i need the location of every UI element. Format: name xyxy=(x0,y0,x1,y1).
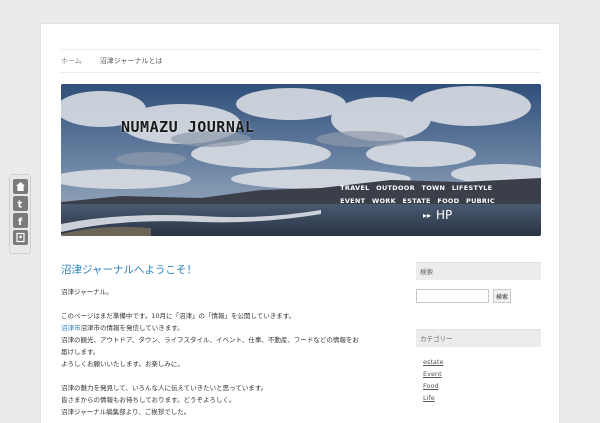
banner-hp-label: HP xyxy=(436,208,453,222)
banner-photo xyxy=(61,84,541,236)
banner-cat-lifestyle[interactable]: LIFESTYLE xyxy=(452,184,493,192)
svg-text:f: f xyxy=(18,217,23,226)
entry-line: 沼津市沼津市の情報を発信していきます。 xyxy=(61,322,361,334)
main-nav: ホーム 沼津ジャーナルとは xyxy=(61,49,541,73)
entry-inline-link[interactable]: 沼津市 xyxy=(61,324,81,332)
banner-cat-event[interactable]: EVENT xyxy=(340,197,365,205)
banner-cat-work[interactable]: WORK xyxy=(372,197,396,205)
category-list: estate Event Food Life xyxy=(423,356,443,404)
banner-cat-estate[interactable]: ESTATE xyxy=(402,197,430,205)
entry-line: 沼津ジャーナル編集部より、ご挨拶でした。 xyxy=(61,408,191,416)
banner-title: NUMAZU JOURNAL xyxy=(121,118,255,136)
entry-title[interactable]: 沼津ジャーナルへようこそ！ xyxy=(61,262,197,277)
banner-cat-pubric[interactable]: PUBRIC xyxy=(466,197,495,205)
home-icon[interactable] xyxy=(12,179,28,194)
entry-line: 沼津の観光、アウトドア、タウン、ライフスタイル、イベント、仕事、不動産、フードな… xyxy=(61,336,359,356)
facebook-icon[interactable]: f xyxy=(12,213,28,228)
entry-line: このページはまだ準備中です。10月に「沼津」の「情報」を公開していきます。 xyxy=(61,312,296,320)
category-item-estate[interactable]: estate xyxy=(423,356,443,368)
entry-line: 沼津ジャーナル。 xyxy=(61,288,113,296)
search-input[interactable] xyxy=(416,289,489,303)
banner-categories: TRAVEL OUTDOOR TOWN LIFESTYLE EVENT WORK… xyxy=(340,182,499,208)
category-item-event[interactable]: Event xyxy=(423,368,443,380)
entry-line: 皆さまからの情報もお待ちしております。どうぞよろしく。 xyxy=(61,396,236,404)
page-container: ホーム 沼津ジャーナルとは NUMAZU JOURNAL TRAVEL OUTD… xyxy=(40,23,560,423)
search-widget-title: 検索 xyxy=(416,262,541,280)
entry-line: 沼津の魅力を発見して、いろんな人に伝えていきたいと思っています。 xyxy=(61,384,268,392)
nav-about[interactable]: 沼津ジャーナルとは xyxy=(100,56,163,66)
double-chevron-right-icon: ▸▸ xyxy=(423,210,432,220)
entry-content: 沼津ジャーナル。 このページはまだ準備中です。10月に「沼津」の「情報」を公開し… xyxy=(61,286,361,418)
twitter-icon[interactable]: t xyxy=(12,196,28,211)
category-widget-title: カテゴリー xyxy=(416,329,541,347)
banner-cat-travel[interactable]: TRAVEL xyxy=(340,184,369,192)
banner-category-row-1: TRAVEL OUTDOOR TOWN LIFESTYLE xyxy=(340,182,499,195)
banner-cat-outdoor[interactable]: OUTDOOR xyxy=(376,184,415,192)
category-item-life[interactable]: Life xyxy=(423,392,443,404)
banner-hp-link[interactable]: ▸▸ HP xyxy=(423,208,452,222)
search-button[interactable]: 検索 xyxy=(493,289,511,303)
nav-home[interactable]: ホーム xyxy=(61,56,82,66)
banner-cat-town[interactable]: TOWN xyxy=(422,184,446,192)
svg-text:t: t xyxy=(17,200,22,210)
banner-category-row-2: EVENT WORK ESTATE FOOD PUBRIC xyxy=(340,195,499,208)
share-toolbar: t f xyxy=(9,174,31,254)
entry-line: よろしくお願いいたします。お楽しみに。 xyxy=(61,360,184,368)
bookmark-icon[interactable] xyxy=(12,230,28,245)
header-banner[interactable]: NUMAZU JOURNAL TRAVEL OUTDOOR TOWN LIFES… xyxy=(61,84,541,236)
category-item-food[interactable]: Food xyxy=(423,380,443,392)
entry-line-text: 沼津市の情報を発信していきます。 xyxy=(80,324,184,332)
banner-cat-food[interactable]: FOOD xyxy=(437,197,459,205)
